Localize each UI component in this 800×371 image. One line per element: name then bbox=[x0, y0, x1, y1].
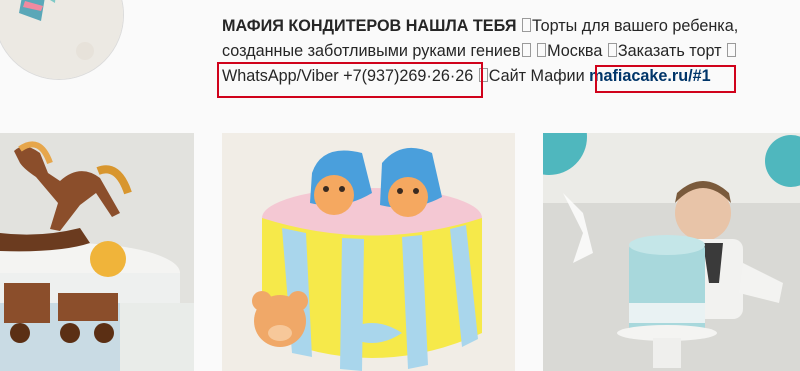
bio-order: Заказать торт bbox=[617, 42, 722, 60]
bio-city: Москва bbox=[547, 42, 603, 60]
profile-avatar[interactable] bbox=[0, 0, 124, 80]
emoji-glyph bbox=[521, 18, 531, 32]
post-thumbnail[interactable] bbox=[543, 133, 800, 371]
emoji-glyph bbox=[727, 43, 737, 57]
post-thumbnail[interactable] bbox=[222, 133, 515, 371]
bio-line-1: Торты для вашего ребенка, bbox=[531, 17, 739, 35]
emoji-glyph bbox=[537, 43, 547, 57]
post-thumbnail[interactable] bbox=[0, 133, 194, 371]
emoji-glyph bbox=[521, 43, 531, 57]
emoji-glyph bbox=[607, 43, 617, 57]
profile-name: МАФИЯ КОНДИТЕРОВ НАШЛА ТЕБЯ bbox=[222, 17, 517, 35]
bio-line-2: созданные заботливыми руками гениев bbox=[222, 42, 521, 60]
highlight-box-link bbox=[595, 65, 736, 93]
bio-site-label: Сайт Мафии bbox=[488, 67, 585, 85]
highlight-box-phone bbox=[217, 62, 483, 98]
